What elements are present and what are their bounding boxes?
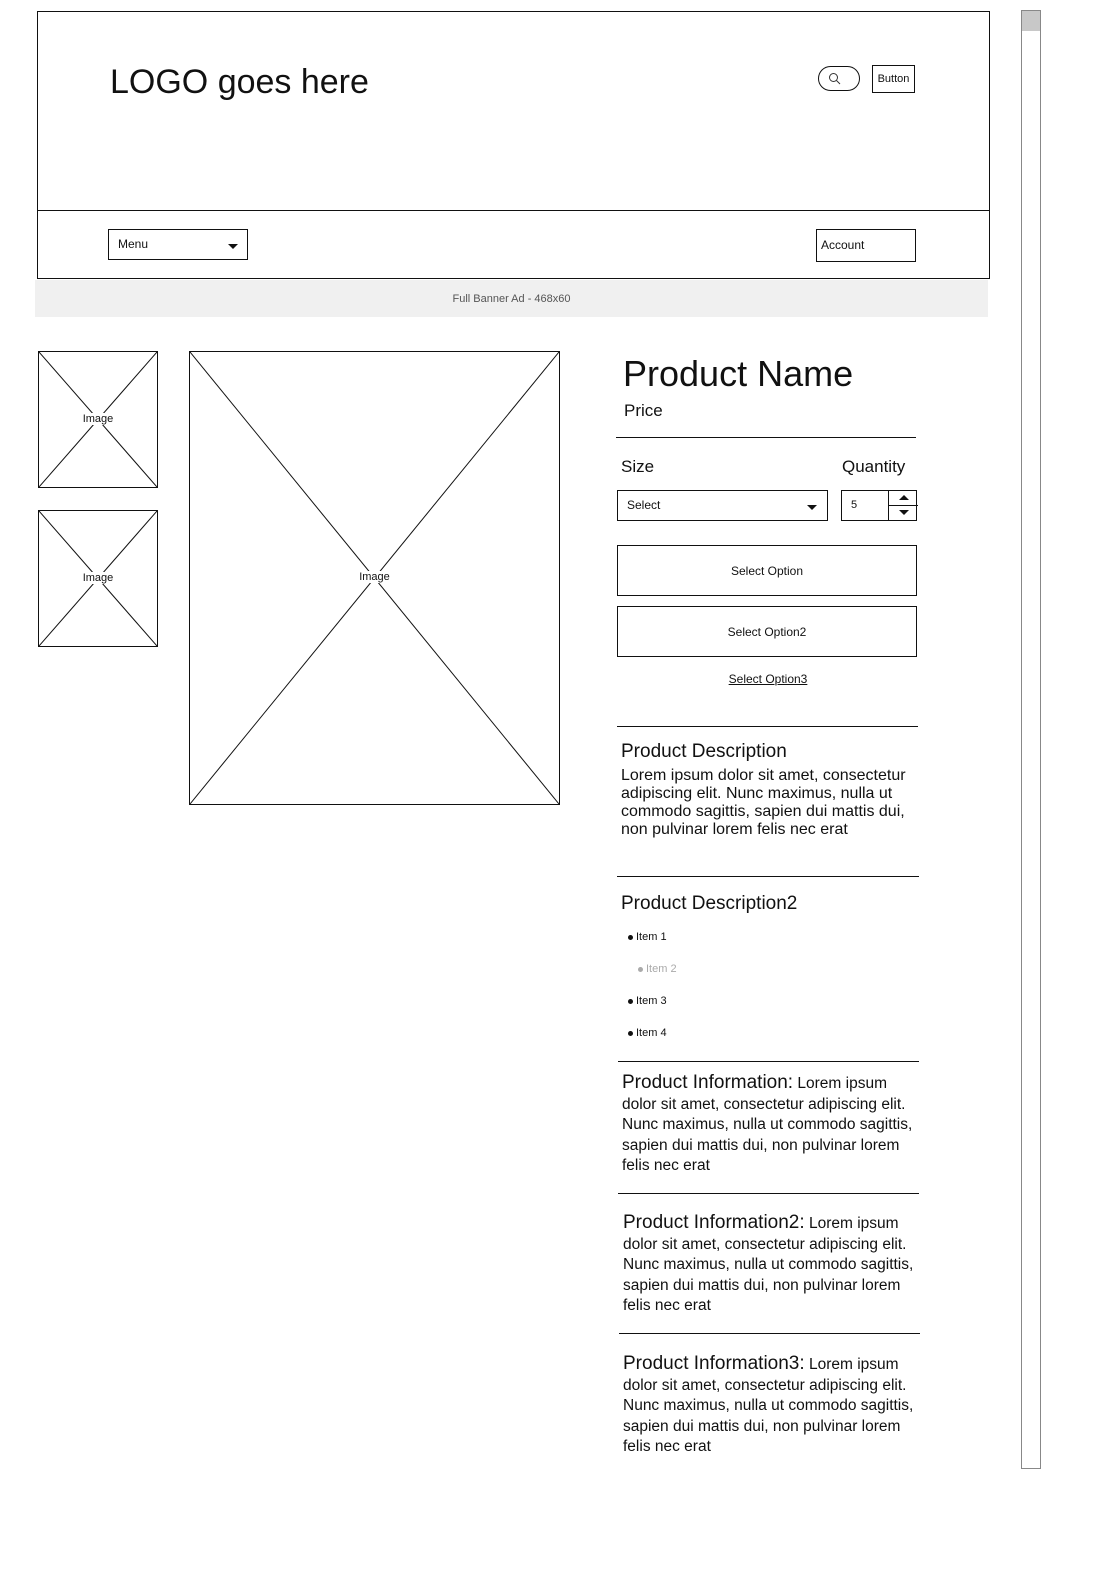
product-name: Product Name xyxy=(623,353,854,394)
stepper-buttons xyxy=(888,491,918,520)
description-title: Product Description xyxy=(621,741,787,762)
chevron-down-icon xyxy=(807,505,817,510)
size-select-value: Select xyxy=(627,498,661,512)
product-information2: Product Information2: Lorem ipsum dolor … xyxy=(623,1212,915,1317)
list-item: Item 4 xyxy=(628,1027,667,1039)
menu-dropdown[interactable]: Menu xyxy=(108,229,248,260)
quantity-value: 5 xyxy=(851,499,858,511)
bullet-icon xyxy=(628,1030,633,1036)
size-label: Size xyxy=(621,457,655,476)
chevron-down-icon xyxy=(899,510,909,515)
account-button[interactable]: Account xyxy=(816,229,916,262)
size-select[interactable]: Select xyxy=(617,490,828,521)
select-option2-button[interactable]: Select Option2 xyxy=(617,606,917,657)
chevron-down-icon xyxy=(228,244,238,249)
bullet-icon xyxy=(638,966,643,972)
banner-ad-label: Full Banner Ad - 468x60 xyxy=(452,292,571,305)
list-item: Item 3 xyxy=(628,995,667,1007)
search-icon xyxy=(829,73,841,85)
thumbnail-label: Image xyxy=(81,413,115,425)
thumbnail-label: Image xyxy=(81,572,115,584)
list-item: Item 2 xyxy=(638,963,677,975)
increment-button[interactable] xyxy=(889,491,918,506)
bullet-icon xyxy=(628,998,633,1004)
list-item: Item 1 xyxy=(628,931,667,943)
scrollbar-thumb[interactable] xyxy=(1022,11,1040,31)
quantity-stepper[interactable]: 5 xyxy=(841,490,918,521)
decrement-button[interactable] xyxy=(889,506,918,520)
product-price: Price xyxy=(624,401,663,420)
search-input[interactable] xyxy=(818,66,860,91)
select-option3-link[interactable]: Select Option3 xyxy=(617,672,919,686)
product-information3: Product Information3: Lorem ipsum dolor … xyxy=(623,1353,915,1458)
thumbnail-image-1[interactable]: Image xyxy=(38,351,158,488)
divider xyxy=(617,876,919,877)
banner-ad[interactable]: Full Banner Ad - 468x60 xyxy=(35,280,988,317)
divider xyxy=(619,1333,920,1334)
thumbnail-image-2[interactable]: Image xyxy=(38,510,158,647)
description-text: Lorem ipsum dolor sit amet, consectetur … xyxy=(621,767,906,838)
chevron-up-icon xyxy=(899,495,909,500)
header-divider xyxy=(38,210,989,211)
description2-title: Product Description2 xyxy=(621,893,798,914)
info-title: Product Information3: xyxy=(623,1353,805,1374)
vertical-scrollbar[interactable] xyxy=(1021,10,1041,1469)
divider xyxy=(618,1193,919,1194)
menu-label: Menu xyxy=(118,237,149,251)
info-title: Product Information2: xyxy=(623,1212,805,1233)
quantity-label: Quantity xyxy=(842,457,906,476)
divider xyxy=(617,726,918,727)
logo[interactable]: LOGO goes here xyxy=(110,62,369,102)
select-option-button[interactable]: Select Option xyxy=(617,545,917,596)
main-image-label: Image xyxy=(358,571,391,583)
divider xyxy=(616,437,916,438)
header-button[interactable]: Button xyxy=(872,65,915,93)
info-title: Product Information: xyxy=(622,1072,794,1093)
main-product-image[interactable]: Image xyxy=(189,351,560,805)
product-information: Product Information: Lorem ipsum dolor s… xyxy=(622,1072,914,1177)
bullet-icon xyxy=(628,934,633,940)
divider xyxy=(618,1061,919,1062)
